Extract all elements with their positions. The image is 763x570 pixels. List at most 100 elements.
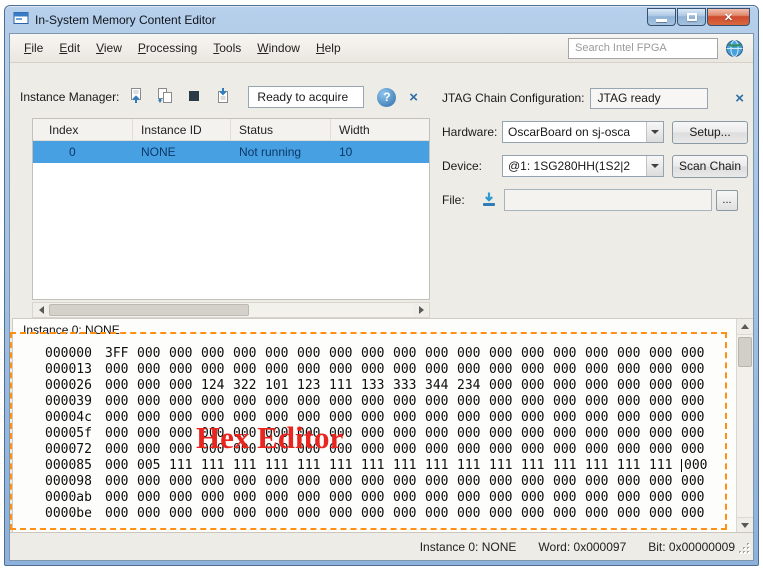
hex-word[interactable]: 000 (233, 410, 257, 425)
hex-word[interactable]: 111 (265, 458, 289, 473)
hex-word[interactable]: 000 (553, 362, 577, 377)
hex-word[interactable]: 000 (457, 490, 481, 505)
hex-word[interactable]: 000 (329, 490, 353, 505)
hex-word[interactable]: 000 (681, 506, 705, 521)
hex-word[interactable]: 000 (649, 378, 673, 393)
hex-word[interactable]: 000 (329, 410, 353, 425)
hex-word[interactable]: 000 (169, 410, 193, 425)
hex-word[interactable]: 000 (361, 362, 385, 377)
hex-word[interactable]: 234 (457, 378, 481, 393)
hex-word[interactable]: 000 (681, 346, 705, 361)
hex-word[interactable]: 000 (169, 474, 193, 489)
hex-word[interactable]: 000 (553, 410, 577, 425)
hex-word[interactable]: 000 (297, 442, 321, 457)
hex-word[interactable]: 000 (393, 506, 417, 521)
hex-word[interactable]: 000 (201, 490, 225, 505)
continuous-acquire-button[interactable] (153, 85, 177, 109)
hex-word[interactable]: 000 (393, 442, 417, 457)
hex-word[interactable]: 000 (489, 378, 513, 393)
hex-word[interactable]: 000 (425, 362, 449, 377)
hex-word[interactable]: 000 (585, 378, 609, 393)
hex-word[interactable]: 000 (457, 362, 481, 377)
scan-chain-button[interactable]: Scan Chain (672, 155, 748, 178)
hex-word[interactable]: 000 (297, 394, 321, 409)
hex-word[interactable]: 000 (649, 346, 673, 361)
hex-word[interactable]: 101 (265, 378, 289, 393)
hex-word[interactable]: 111 (425, 458, 449, 473)
hex-word[interactable]: 000 (553, 490, 577, 505)
hex-word[interactable]: 000 (425, 394, 449, 409)
hex-word[interactable]: 000 (201, 410, 225, 425)
hex-word[interactable]: 000 (425, 474, 449, 489)
hex-word[interactable]: 000 (105, 490, 129, 505)
hex-word[interactable]: 111 (649, 458, 673, 473)
hex-word[interactable]: 000 (553, 426, 577, 441)
hex-word[interactable]: 111 (553, 458, 577, 473)
hex-word[interactable]: 111 (489, 458, 513, 473)
column-header-status[interactable]: Status (231, 119, 331, 140)
chevron-down-icon[interactable] (646, 122, 663, 142)
hex-word[interactable]: 000 (361, 490, 385, 505)
menu-edit[interactable]: Edit (51, 36, 88, 60)
acquire-data-button[interactable] (124, 85, 148, 109)
hex-word[interactable]: 000 (393, 346, 417, 361)
hex-word[interactable]: 000 (361, 506, 385, 521)
hex-word[interactable]: 000 (169, 426, 193, 441)
hex-word[interactable]: 000 (233, 394, 257, 409)
hex-word[interactable]: 000 (489, 426, 513, 441)
minimize-button[interactable] (647, 8, 676, 26)
hex-word[interactable]: 000 (201, 394, 225, 409)
close-button[interactable]: ✕ (707, 8, 750, 26)
hex-word[interactable]: 111 (169, 458, 193, 473)
hex-word[interactable]: 000 (233, 346, 257, 361)
hex-word[interactable]: 000 (201, 474, 225, 489)
hex-word[interactable]: 000 (137, 362, 161, 377)
hex-word[interactable]: 000 (489, 506, 513, 521)
menu-window[interactable]: Window (249, 36, 308, 60)
hex-word[interactable]: 000 (585, 426, 609, 441)
hex-word[interactable]: 000 (361, 410, 385, 425)
hex-word[interactable]: 000 (585, 474, 609, 489)
hex-word[interactable]: 111 (457, 458, 481, 473)
hex-word[interactable]: 000 (553, 346, 577, 361)
hex-word[interactable]: 000 (457, 426, 481, 441)
hex-word[interactable]: 000 (649, 490, 673, 505)
hex-word[interactable]: 000 (649, 442, 673, 457)
hex-word[interactable]: 000 (361, 394, 385, 409)
hex-word[interactable]: 000 (169, 490, 193, 505)
hex-word[interactable]: 000 (265, 426, 289, 441)
hex-word[interactable]: 000 (265, 442, 289, 457)
hex-word[interactable]: 000 (681, 490, 705, 505)
setup-button[interactable]: Setup... (672, 121, 748, 144)
hex-word[interactable]: 111 (521, 458, 545, 473)
menu-tools[interactable]: Tools (205, 36, 249, 60)
instance-manager-close-button[interactable]: × (409, 90, 418, 105)
jtag-panel-close-button[interactable]: × (735, 91, 744, 106)
hex-word[interactable]: 000 (617, 474, 641, 489)
hex-word[interactable]: 000 (521, 346, 545, 361)
hex-word[interactable]: 000 (617, 378, 641, 393)
hex-word[interactable]: 000 (457, 346, 481, 361)
hex-word[interactable]: 000 (297, 362, 321, 377)
hex-word[interactable]: 000 (521, 490, 545, 505)
hex-word[interactable]: 000 (265, 474, 289, 489)
search-input[interactable] (568, 38, 718, 59)
hex-word[interactable]: 333 (393, 378, 417, 393)
hex-word[interactable]: 000 (201, 442, 225, 457)
hex-word[interactable]: 000 (265, 346, 289, 361)
hex-word[interactable]: 000 (137, 346, 161, 361)
resize-grip[interactable] (738, 542, 751, 558)
hex-word[interactable]: 000 (201, 426, 225, 441)
hex-word[interactable]: 000 (585, 410, 609, 425)
hex-word[interactable]: 000 (457, 410, 481, 425)
hex-word[interactable]: 000 (361, 474, 385, 489)
hscroll-thumb[interactable] (49, 304, 249, 316)
hex-word[interactable]: 000 (681, 410, 705, 425)
column-header-width[interactable]: Width (331, 119, 429, 140)
menu-help[interactable]: Help (308, 36, 349, 60)
hscroll-track[interactable] (49, 303, 413, 317)
hex-word[interactable]: 000 (681, 378, 705, 393)
hex-word[interactable]: 005 (137, 458, 161, 473)
scroll-down-arrow[interactable] (737, 517, 753, 533)
hex-word[interactable]: 000 (265, 410, 289, 425)
